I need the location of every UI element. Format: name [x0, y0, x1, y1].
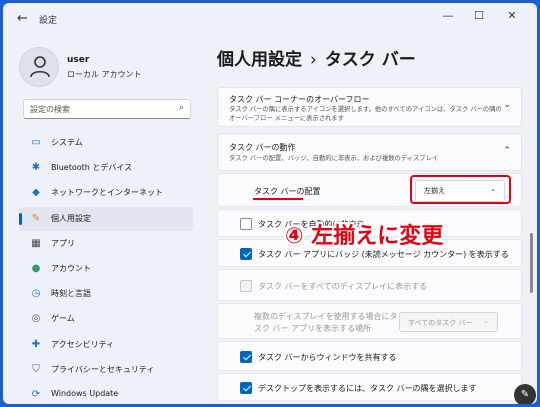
sidebar-item-6[interactable]: ◷ 時刻と言語 [19, 282, 193, 306]
multi-display-row: 複数のディスプレイを使用する場合にタ スク バー アプリを表示する場所 すべての… [217, 303, 522, 339]
sidebar-item-label: アカウント [51, 263, 91, 273]
chevron-up-icon[interactable]: ⌃ [503, 146, 511, 156]
badges-label: タスク バー アプリにバッジ (未読メッセージ カウンター) を表示する [258, 250, 509, 259]
sidebar-nav: ▭ システム ✱ Bluetooth とデバイス ◆ ネットワークとインターネット ✎ 個人用… [19, 131, 193, 404]
all-displays-checkbox[interactable] [240, 280, 252, 292]
share-window-row[interactable]: タスク バーからウィンドウを共有する [217, 341, 522, 371]
desktop-corner-row[interactable]: デスクトップを表示するには、タスク バーの隅を選択します [217, 373, 522, 401]
sidebar-item-8[interactable]: ✚ アクセシビリティ [19, 333, 193, 357]
account-type: ローカル アカウント [67, 70, 142, 79]
sidebar-item-label: ネットワークとインターネット [51, 188, 163, 198]
sidebar-item-label: Bluetooth とデバイス [51, 163, 133, 173]
overflow-card-desc-2: オーバーフロー メニューに表示されます [229, 115, 344, 122]
sidebar-item-label: 個人用設定 [51, 213, 91, 223]
sidebar-item-3[interactable]: ✎ 個人用設定 [19, 206, 193, 231]
settings-search[interactable]: ⌕ [23, 99, 191, 119]
annotation-text: ④ 左揃えに変更 [285, 224, 444, 249]
alignment-label: タスク バーの配置 [254, 187, 321, 196]
avatar [19, 47, 59, 87]
multi-display-label-1: 複数のディスプレイを使用する場合にタ [254, 312, 398, 321]
badges-checkbox[interactable] [240, 248, 252, 260]
alignment-value: 左揃え [424, 187, 445, 195]
sidebar-item-1[interactable]: ✱ Bluetooth とデバイス [19, 156, 193, 180]
sidebar-item-label: Windows Update [51, 388, 119, 398]
breadcrumb: 個人用設定 › タスク バー [217, 45, 416, 70]
all-displays-label: タスク バーをすべてのディスプレイに表示する [258, 282, 428, 291]
user-icon [30, 56, 50, 78]
multi-display-value: すべてのタスク バー [408, 319, 473, 327]
sidebar-item-4[interactable]: ▦ アプリ [19, 232, 193, 256]
sidebar-item-label: アクセシビリティ [51, 339, 115, 349]
overflow-card-title: タスク バー コーナーのオーバーフロー [229, 95, 370, 104]
taskbar-alignment-row: タスク バーの配置 左揃え ⌄ [217, 173, 522, 207]
alignment-dropdown[interactable]: 左揃え ⌄ [415, 180, 505, 202]
behavior-card-title: タスク バーの動作 [229, 143, 296, 152]
share-window-label: タスク バーからウィンドウを共有する [258, 353, 397, 362]
sidebar-item-label: アプリ [51, 238, 75, 248]
nav-item-icon: ✚ [31, 338, 41, 350]
behavior-card-desc: タスク バーの配置、バッジ、自動的に非表示、および複数のディスプレイ [229, 155, 439, 162]
desktop-corner-checkbox[interactable] [240, 382, 252, 394]
nav-item-icon: ● [31, 262, 41, 274]
taskbar-overflow-card[interactable]: タスク バー コーナーのオーバーフロー タスク バーの隅に表示するアイコンを選択… [217, 87, 522, 127]
nav-item-icon: ◷ [31, 288, 41, 300]
nav-item-icon: ⛉ [32, 363, 40, 375]
search-icon[interactable]: ⌕ [179, 103, 184, 113]
autohide-checkbox[interactable] [240, 218, 252, 230]
app-title: 設定 [39, 16, 58, 26]
breadcrumb-parent[interactable]: 個人用設定 [217, 50, 302, 70]
nav-item-icon: ◎ [31, 313, 41, 325]
annotation-underline [253, 198, 303, 200]
chevron-down-icon: ⌄ [490, 185, 496, 193]
nav-item-icon: ◆ [32, 187, 40, 199]
sidebar-item-10[interactable]: ⟳ Windows Update [19, 383, 193, 404]
close-button[interactable]: ✕ [502, 9, 522, 22]
all-displays-row[interactable]: タスク バーをすべてのディスプレイに表示する [217, 269, 522, 301]
scrollbar[interactable] [530, 233, 533, 293]
minimize-button[interactable]: — [438, 9, 458, 22]
chevron-down-icon: ⌄ [483, 317, 489, 325]
share-window-checkbox[interactable] [240, 351, 252, 363]
nav-item-icon: ⟳ [31, 388, 41, 400]
sidebar-item-7[interactable]: ◎ ゲーム [19, 307, 193, 331]
nav-item-icon: ▭ [31, 137, 41, 148]
nav-item-icon: ▦ [31, 237, 41, 249]
taskbar-behavior-card[interactable]: タスク バーの動作 タスク バーの配置、バッジ、自動的に非表示、および複数のディ… [217, 133, 522, 171]
sidebar-item-label: プライバシーとセキュリティ [51, 364, 155, 374]
multi-display-label-2: スク バー アプリを表示する場所 [254, 324, 372, 333]
sidebar-item-5[interactable]: ● アカウント [19, 257, 193, 281]
title-bar: ← 設定 — ☐ ✕ [3, 3, 537, 33]
back-arrow-icon[interactable]: ← [17, 11, 28, 26]
multi-display-dropdown[interactable]: すべてのタスク バー ⌄ [399, 312, 498, 332]
sidebar-item-0[interactable]: ▭ システム [19, 131, 193, 155]
sidebar-item-label: システム [51, 138, 83, 147]
nav-item-icon: ✎ [31, 212, 41, 224]
sidebar-item-9[interactable]: ⛉ プライバシーとセキュリティ [19, 358, 193, 382]
edit-icon[interactable]: ✎ [514, 384, 536, 404]
sidebar-item-label: ゲーム [51, 314, 75, 324]
nav-item-icon: ✱ [31, 162, 41, 174]
sidebar-item-2[interactable]: ◆ ネットワークとインターネット [19, 181, 193, 205]
page-title: タスク バー [324, 50, 416, 70]
maximize-button[interactable]: ☐ [469, 9, 489, 22]
sidebar-item-label: 時刻と言語 [51, 289, 91, 299]
settings-window: ← 設定 — ☐ ✕ user ローカル アカウント ⌕ ▭ システム ✱ Bluet… [3, 3, 537, 404]
overflow-card-desc-1: タスク バーの隅に表示するアイコンを選択します。他のすべてのアイコンは、タスク … [229, 106, 502, 113]
chevron-down-icon[interactable]: ⌄ [503, 100, 511, 110]
desktop-corner-label: デスクトップを表示するには、タスク バーの隅を選択します [258, 384, 477, 393]
search-input[interactable] [30, 102, 170, 117]
breadcrumb-separator: › [310, 50, 317, 70]
user-name: user [67, 55, 90, 65]
